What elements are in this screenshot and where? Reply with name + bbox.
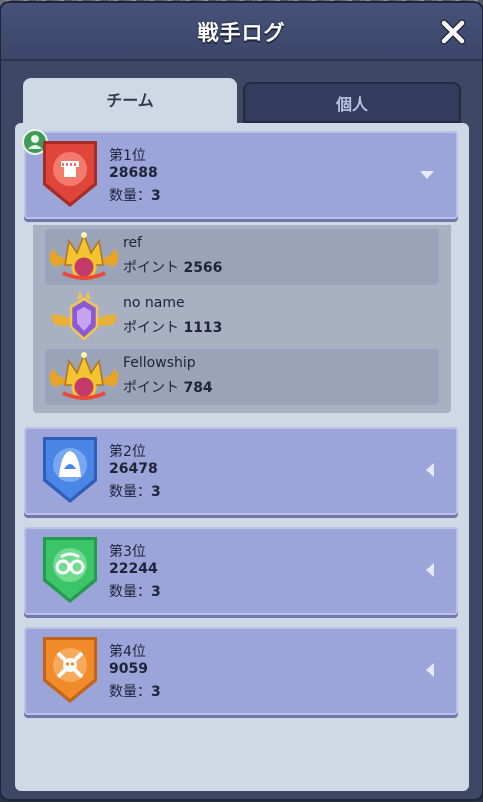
- team-score: 22244: [109, 561, 158, 577]
- skull-swords-emblem-icon: [43, 637, 97, 703]
- member-row[interactable]: no name ポイント 1113: [45, 289, 439, 345]
- chevron-down-icon[interactable]: [418, 169, 436, 181]
- fist-emblem-icon: [43, 141, 97, 207]
- team-card-rank-2[interactable]: 第2位 26478 数量：3: [24, 427, 458, 515]
- gold-crown-emblem-icon: [49, 352, 119, 400]
- goggles-emblem-icon: [43, 537, 97, 603]
- chevron-left-icon[interactable]: [424, 661, 436, 679]
- chevron-left-icon[interactable]: [424, 461, 436, 479]
- gold-crown-emblem-icon: [49, 232, 119, 280]
- tab-team[interactable]: チーム: [23, 78, 237, 126]
- member-name: no name: [123, 295, 185, 311]
- team-score: 9059: [109, 661, 148, 677]
- battle-log-dialog: 戦手ログ チーム 個人 第1位 28688 数量：3 ref ポイント 2566…: [1, 3, 482, 799]
- close-icon[interactable]: [440, 19, 466, 45]
- team-member-count: 数量：3: [109, 188, 161, 204]
- member-points: ポイント 784: [123, 380, 213, 396]
- hooded-figure-emblem-icon: [43, 437, 97, 503]
- team-rank: 第3位: [109, 544, 146, 560]
- team-card-rank-3[interactable]: 第3位 22244 数量：3: [24, 527, 458, 615]
- purple-wings-emblem-icon: [51, 291, 117, 341]
- team-member-count: 数量：3: [109, 684, 161, 700]
- team-score: 26478: [109, 461, 158, 477]
- member-row[interactable]: Fellowship ポイント 784: [45, 349, 439, 405]
- team-rank: 第2位: [109, 444, 146, 460]
- team-member-count: 数量：3: [109, 584, 161, 600]
- member-row[interactable]: ref ポイント 2566: [45, 229, 439, 285]
- team-rank: 第4位: [109, 644, 146, 660]
- team-1-members: ref ポイント 2566 no name ポイント 1113 Fellowsh…: [33, 225, 451, 413]
- tab-bar: チーム 個人: [23, 78, 463, 126]
- member-points: ポイント 2566: [123, 260, 223, 276]
- team-score: 28688: [109, 165, 158, 181]
- member-name: ref: [123, 235, 142, 251]
- title-bar: 戦手ログ: [1, 3, 482, 61]
- tab-individual[interactable]: 個人: [243, 82, 461, 123]
- team-card-rank-4[interactable]: 第4位 9059 数量：3: [24, 627, 458, 715]
- team-card-rank-1[interactable]: 第1位 28688 数量：3: [22, 129, 458, 219]
- chevron-left-icon[interactable]: [424, 561, 436, 579]
- team-rank: 第1位: [109, 148, 146, 164]
- team-ranking-panel: 第1位 28688 数量：3 ref ポイント 2566 no name ポイン…: [15, 123, 469, 791]
- team-member-count: 数量：3: [109, 484, 161, 500]
- dialog-title: 戦手ログ: [197, 21, 286, 45]
- member-name: Fellowship: [123, 355, 196, 371]
- member-points: ポイント 1113: [123, 320, 223, 336]
